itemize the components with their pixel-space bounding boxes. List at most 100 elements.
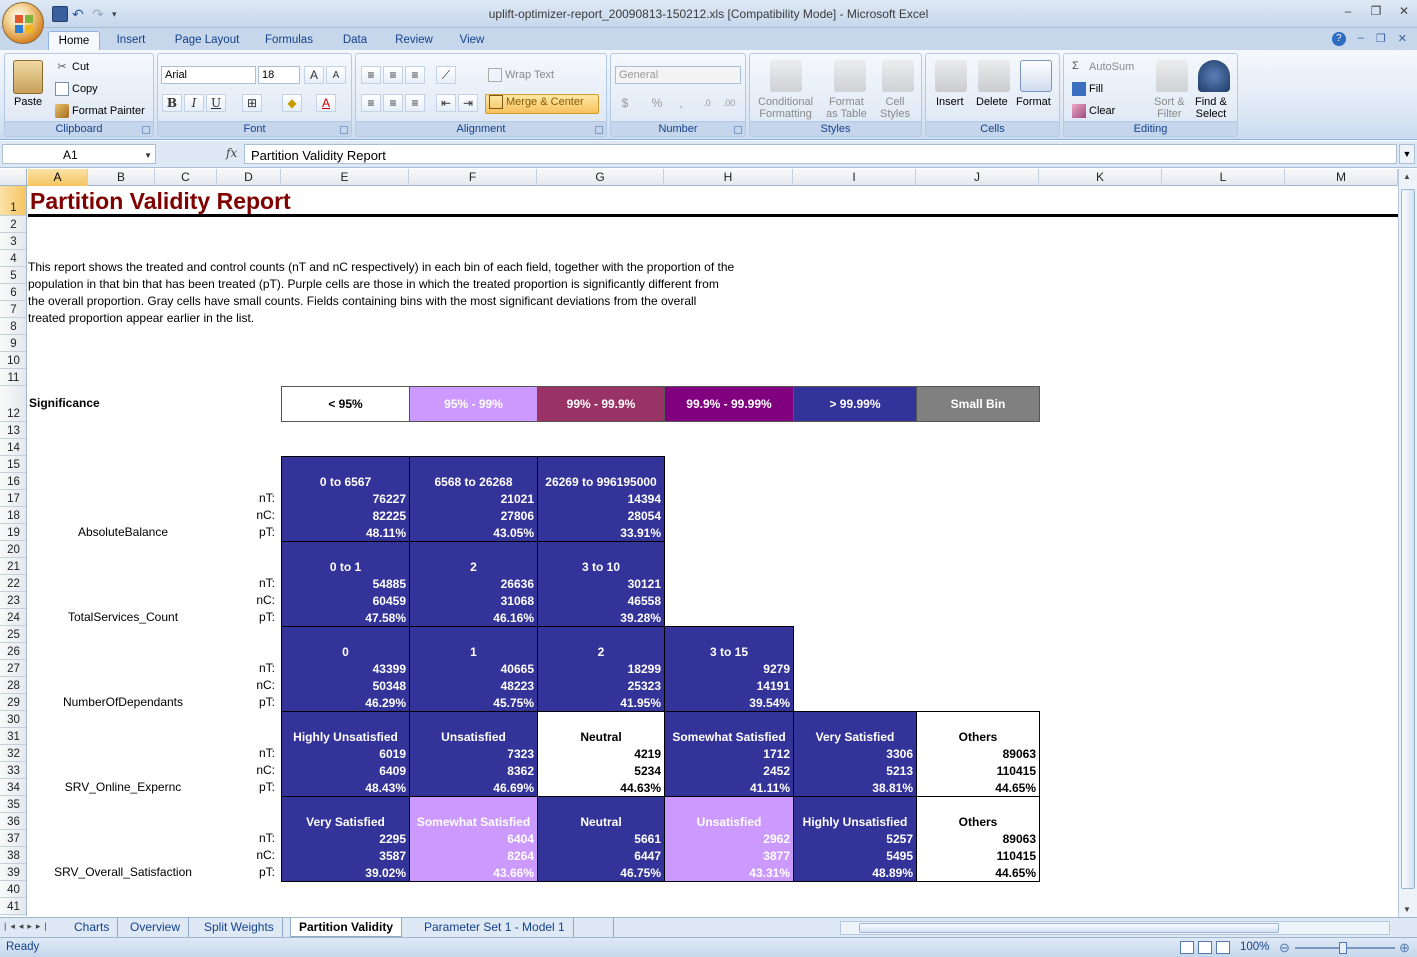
- tab-home[interactable]: Home: [48, 31, 100, 51]
- row-header[interactable]: 41: [0, 898, 26, 915]
- row-header[interactable]: 39: [0, 864, 26, 881]
- insert-sheet-icon[interactable]: [590, 918, 614, 937]
- row-header[interactable]: 37: [0, 830, 26, 847]
- row-header[interactable]: 40: [0, 881, 26, 898]
- office-button[interactable]: [2, 2, 44, 44]
- row-header[interactable]: 2: [0, 216, 26, 233]
- row-header[interactable]: 25: [0, 626, 26, 643]
- column-header[interactable]: C: [155, 169, 217, 186]
- tab-data[interactable]: Data: [334, 31, 376, 51]
- tab-view[interactable]: View: [452, 31, 492, 51]
- align-top-icon[interactable]: ≡: [361, 66, 381, 84]
- column-header[interactable]: M: [1285, 169, 1398, 186]
- row-header[interactable]: 8: [0, 318, 26, 335]
- merge-center-button[interactable]: Merge & Center: [485, 94, 599, 114]
- vertical-scrollbar[interactable]: ▲ ▼: [1398, 169, 1417, 917]
- column-header[interactable]: F: [409, 169, 537, 186]
- row-header[interactable]: 35: [0, 796, 26, 813]
- column-header[interactable]: E: [281, 169, 409, 186]
- row-header[interactable]: 11: [0, 369, 26, 386]
- close-icon[interactable]: ✕: [1397, 4, 1411, 18]
- row-header[interactable]: 38: [0, 847, 26, 864]
- find-select-button[interactable]: Find & Select: [1195, 96, 1227, 120]
- column-header[interactable]: G: [537, 169, 664, 186]
- row-header[interactable]: 36: [0, 813, 26, 830]
- row-header[interactable]: 14: [0, 439, 26, 456]
- wrap-text-button[interactable]: Wrap Text: [488, 68, 554, 82]
- underline-button[interactable]: U: [206, 94, 226, 112]
- row-header[interactable]: 7: [0, 301, 26, 318]
- row-header[interactable]: 26: [0, 643, 26, 660]
- decrease-decimal-icon[interactable]: .00: [719, 94, 739, 112]
- formula-input[interactable]: Partition Validity Report: [244, 144, 1397, 164]
- normal-view-icon[interactable]: [1180, 941, 1194, 954]
- row-header[interactable]: 15: [0, 456, 26, 473]
- format-button[interactable]: Format: [1016, 96, 1051, 108]
- name-box-arrow-icon[interactable]: ▼: [144, 151, 152, 160]
- column-header[interactable]: J: [916, 169, 1039, 186]
- row-header[interactable]: 9: [0, 335, 26, 352]
- workbook-close-icon[interactable]: ✕: [1398, 32, 1407, 46]
- align-bottom-icon[interactable]: ≡: [405, 66, 425, 84]
- page-layout-view-icon[interactable]: [1198, 941, 1212, 954]
- increase-indent-icon[interactable]: ⇥: [458, 94, 478, 112]
- number-launcher-icon[interactable]: [734, 126, 742, 134]
- font-name-select[interactable]: Arial: [161, 66, 256, 84]
- worksheet[interactable]: Partition Validity Report This report sh…: [28, 186, 1398, 916]
- tab-formulas[interactable]: Formulas: [258, 31, 320, 51]
- sheet-tab-partition-validity[interactable]: Partition Validity: [290, 918, 403, 937]
- row-header[interactable]: 31: [0, 728, 26, 745]
- align-middle-icon[interactable]: ≡: [383, 66, 403, 84]
- row-header[interactable]: 3: [0, 233, 26, 250]
- format-painter-button[interactable]: Format Painter: [55, 104, 145, 118]
- page-break-view-icon[interactable]: [1216, 941, 1230, 954]
- borders-button[interactable]: ⊞: [242, 94, 262, 112]
- minimize-icon[interactable]: –: [1341, 4, 1355, 18]
- name-box[interactable]: A1 ▼: [2, 144, 156, 164]
- row-header[interactable]: 32: [0, 745, 26, 762]
- row-header[interactable]: 29: [0, 694, 26, 711]
- comma-icon[interactable]: ,: [671, 94, 691, 112]
- font-color-button[interactable]: A: [316, 94, 336, 112]
- column-header[interactable]: D: [217, 169, 281, 186]
- row-header[interactable]: 33: [0, 762, 26, 779]
- row-header[interactable]: 6: [0, 284, 26, 301]
- percent-icon[interactable]: %: [647, 94, 667, 112]
- row-header[interactable]: 21: [0, 558, 26, 575]
- currency-icon[interactable]: $: [615, 94, 635, 112]
- tab-insert[interactable]: Insert: [108, 31, 154, 51]
- tab-page-layout[interactable]: Page Layout: [168, 31, 246, 51]
- row-header[interactable]: 17: [0, 490, 26, 507]
- row-header[interactable]: 16: [0, 473, 26, 490]
- row-header[interactable]: 5: [0, 267, 26, 284]
- row-header[interactable]: 23: [0, 592, 26, 609]
- align-right-icon[interactable]: ≡: [405, 94, 425, 112]
- row-header[interactable]: 13: [0, 422, 26, 439]
- sheet-tab-split-weights[interactable]: Split Weights: [196, 918, 283, 937]
- zoom-level[interactable]: 100%: [1240, 941, 1269, 953]
- insert-button[interactable]: Insert: [936, 96, 964, 108]
- cell-styles-button[interactable]: Cell Styles: [880, 96, 910, 120]
- scroll-down-icon[interactable]: ▼: [1403, 905, 1411, 914]
- row-header[interactable]: 30: [0, 711, 26, 728]
- zoom-out-icon[interactable]: ⊖: [1279, 940, 1290, 956]
- delete-button[interactable]: Delete: [976, 96, 1008, 108]
- shrink-font-button[interactable]: A: [326, 66, 346, 84]
- sheet-tab-charts[interactable]: Charts: [66, 918, 119, 937]
- vertical-scroll-thumb[interactable]: [1401, 189, 1415, 889]
- column-header[interactable]: K: [1039, 169, 1162, 186]
- sheet-tab-parameter-set[interactable]: Parameter Set 1 - Model 1: [416, 918, 574, 937]
- ribbon-minimize-icon[interactable]: –: [1358, 32, 1364, 46]
- fill-color-button[interactable]: ◆: [282, 94, 302, 112]
- bold-button[interactable]: B: [162, 94, 182, 112]
- autosum-button[interactable]: Σ AutoSum: [1072, 60, 1134, 74]
- column-header[interactable]: H: [664, 169, 793, 186]
- italic-button[interactable]: I: [184, 94, 204, 112]
- insert-function-button[interactable]: fx: [226, 146, 237, 160]
- alignment-launcher-icon[interactable]: [595, 126, 603, 134]
- horizontal-scrollbar[interactable]: [840, 921, 1390, 935]
- align-left-icon[interactable]: ≡: [361, 94, 381, 112]
- row-header[interactable]: 34: [0, 779, 26, 796]
- row-header[interactable]: 10: [0, 352, 26, 369]
- increase-decimal-icon[interactable]: .0: [697, 94, 717, 112]
